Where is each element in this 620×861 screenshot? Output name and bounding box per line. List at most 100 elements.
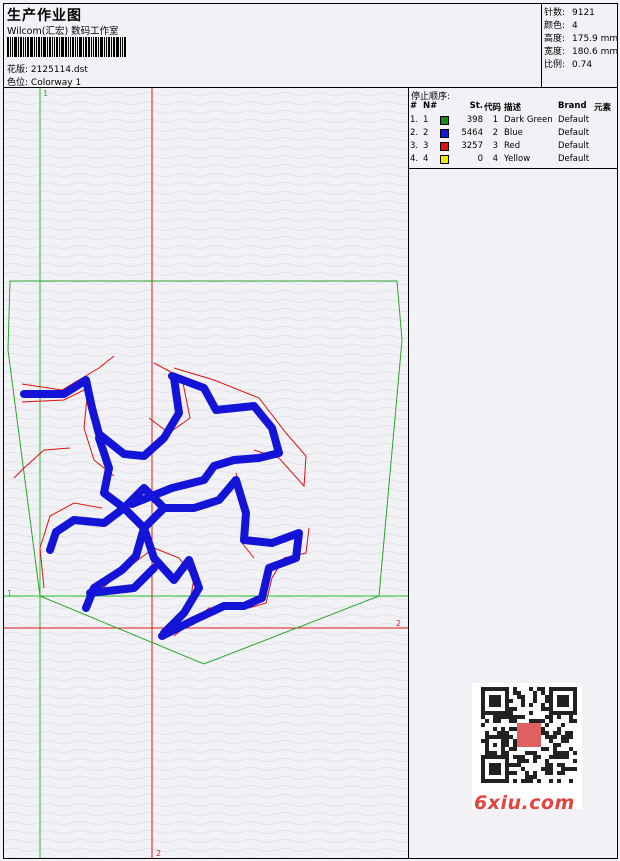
barcode-bar [56,37,58,57]
qr-module [497,735,501,739]
info-value: 175.9 mm [572,34,619,44]
qr-module [485,751,489,755]
barcode-bar [25,37,26,57]
row-stitches: 3257 [461,141,483,151]
qr-module [505,731,509,735]
qr-module [493,727,497,731]
row-brand: Default [558,128,590,138]
qr-module [569,719,573,723]
barcode-bar [34,37,35,57]
qr-module [513,687,517,691]
info-value: 9121 [572,8,595,18]
colorway-label: 色位: [7,78,29,88]
qr-module [501,743,505,747]
barcode-bar [70,37,71,57]
info-value: 180.6 mm [572,47,619,57]
row-no: 4. [410,154,419,164]
qr-module [569,715,573,719]
qr-module [513,743,517,747]
row-brand: Default [558,154,590,164]
barcode-bar [116,37,119,57]
qr-module [517,763,521,767]
barcode-bar [7,37,9,57]
qr-module [545,759,549,763]
qr-module [549,715,553,719]
row-needle: 3 [423,141,429,151]
barcode-bar [88,37,90,57]
header-description: 描述 [504,103,522,113]
qr-module [573,759,577,763]
qr-module [509,763,513,767]
design-value: 2125114.dst [30,65,88,75]
info-divider [541,3,542,87]
row-code: 4 [492,154,498,164]
qr-module [557,751,561,755]
qr-module [509,719,513,723]
row-stitches: 398 [466,115,483,125]
qr-module [561,751,565,755]
qr-module [521,779,525,783]
barcode-bar [59,37,60,57]
qr-module [501,715,505,719]
qr-module [521,767,525,771]
watermark-logo: 6xiu.com [474,792,575,814]
qr-module [509,715,513,719]
qr-module [561,763,565,767]
row-code: 2 [492,128,498,138]
qr-module [493,751,497,755]
barcode-bar [52,37,53,57]
qr-module [557,727,561,731]
qr-module [565,735,569,739]
qr-module [545,707,549,711]
qr-module [569,779,573,783]
guide-label-red-bottom: 2 [156,849,161,858]
info-label: 比例: [544,60,566,70]
right-panel-divider [408,87,409,859]
qr-module [549,763,553,767]
qr-module [565,751,569,755]
qr-module [533,699,537,703]
qr-module [549,755,553,759]
barcode-bar [43,37,46,57]
qr-module [561,755,565,759]
qr-module [541,731,545,735]
barcode [7,37,139,57]
qr-module [501,735,505,739]
info-colors: 颜色: 4 [544,18,578,31]
qr-module [501,731,505,735]
qr-module [525,771,529,775]
barcode-bar [93,37,94,57]
qr-module [513,719,517,723]
header-no: # [410,101,418,111]
row-description: Red [504,141,521,151]
info-scale: 比例: 0.74 [544,57,592,70]
barcode-bar [14,37,17,57]
qr-module [541,707,545,711]
info-label: 针数: [544,8,566,18]
barcode-bar [30,37,33,57]
qr-module [525,779,529,783]
qr-module [481,739,485,743]
qr-module [549,735,553,739]
barcode-bar [111,37,112,57]
qr-module [529,719,533,723]
qr-module [493,735,497,739]
qr-module [509,747,513,751]
qr-module [513,707,517,711]
row-brand: Default [558,115,590,125]
qr-module [557,743,561,747]
qr-module [513,739,517,743]
qr-module [497,719,501,723]
qr-module [517,691,521,695]
design-label: 花版: [7,65,29,75]
qr-module [509,735,513,739]
barcode-bar [49,37,51,57]
qr-finder [489,763,501,775]
qr-module [521,699,525,703]
qr-module [549,771,553,775]
header-needle: N# [423,101,438,111]
qr-module [545,695,549,699]
qr-module [569,767,573,771]
barcode-bar [47,37,48,57]
qr-module [525,751,529,755]
